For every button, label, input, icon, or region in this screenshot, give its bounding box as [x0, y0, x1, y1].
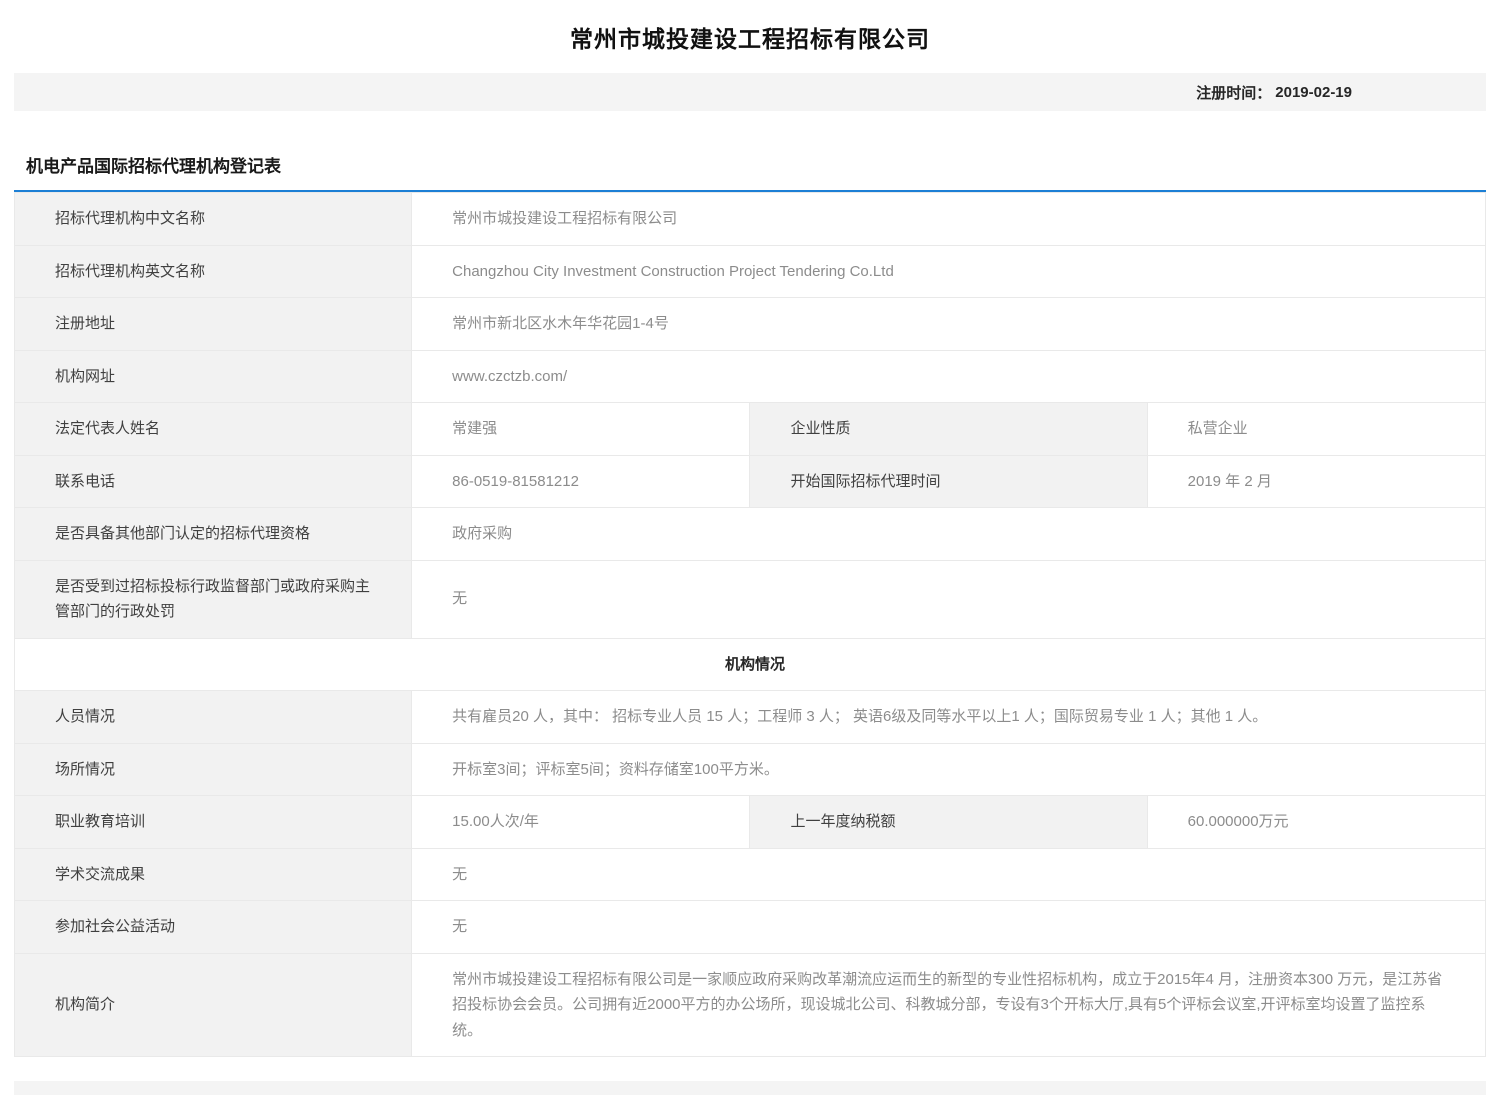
table-row-website: 机构网址 www.czctzb.com/	[15, 350, 1486, 403]
row-value-agency-start: 2019 年 2 月	[1147, 455, 1485, 508]
row-label-phone: 联系电话	[15, 455, 412, 508]
register-time-label: 注册时间：	[1196, 82, 1271, 103]
table-row-cn-name: 招标代理机构中文名称 常州市城投建设工程招标有限公司	[15, 193, 1486, 246]
row-label-academic: 学术交流成果	[15, 848, 412, 901]
row-value-en-name: Changzhou City Investment Construction P…	[412, 245, 1486, 298]
row-value-penalty: 无	[412, 560, 1486, 638]
row-value-cn-name: 常州市城投建设工程招标有限公司	[412, 193, 1486, 246]
org-section-header: 机构情况	[15, 638, 1486, 691]
table-row-penalty: 是否受到过招标投标行政监督部门或政府采购主管部门的行政处罚 无	[15, 560, 1486, 638]
page-title: 常州市城投建设工程招标有限公司	[14, 0, 1486, 73]
row-label-en-name: 招标代理机构英文名称	[15, 245, 412, 298]
row-value-phone: 86-0519-81581212	[412, 455, 750, 508]
row-value-training: 15.00人次/年	[412, 796, 750, 849]
row-value-other-qualification: 政府采购	[412, 508, 1486, 561]
register-time-value: 2019-02-19	[1275, 84, 1352, 101]
registration-table: 招标代理机构中文名称 常州市城投建设工程招标有限公司 招标代理机构英文名称 Ch…	[14, 192, 1486, 1057]
table-row-training: 职业教育培训 15.00人次/年 上一年度纳税额 60.000000万元	[15, 796, 1486, 849]
row-label-intro: 机构简介	[15, 953, 412, 1057]
row-label-other-qualification: 是否具备其他部门认定的招标代理资格	[15, 508, 412, 561]
row-label-website: 机构网址	[15, 350, 412, 403]
row-value-public-welfare: 无	[412, 901, 1486, 954]
table-row-academic: 学术交流成果 无	[15, 848, 1486, 901]
row-value-personnel: 共有雇员20 人，其中： 招标专业人员 15 人；工程师 3 人； 英语6级及同…	[412, 691, 1486, 744]
table-row-personnel: 人员情况 共有雇员20 人，其中： 招标专业人员 15 人；工程师 3 人； 英…	[15, 691, 1486, 744]
row-label-penalty: 是否受到过招标投标行政监督部门或政府采购主管部门的行政处罚	[15, 560, 412, 638]
table-row-address: 注册地址 常州市新北区水木年华花园1-4号	[15, 298, 1486, 351]
footer-bar	[14, 1081, 1486, 1095]
section-title: 机电产品国际招标代理机构登记表	[14, 152, 1486, 192]
row-value-intro: 常州市城投建设工程招标有限公司是一家顺应政府采购改革潮流应运而生的新型的专业性招…	[412, 953, 1486, 1057]
row-label-legal-rep: 法定代表人姓名	[15, 403, 412, 456]
row-label-personnel: 人员情况	[15, 691, 412, 744]
row-value-academic: 无	[412, 848, 1486, 901]
table-row-legal-rep: 法定代表人姓名 常建强 企业性质 私营企业	[15, 403, 1486, 456]
register-time-bar: 注册时间： 2019-02-19	[14, 73, 1486, 111]
table-row-en-name: 招标代理机构英文名称 Changzhou City Investment Con…	[15, 245, 1486, 298]
table-row-public-welfare: 参加社会公益活动 无	[15, 901, 1486, 954]
row-label-premises: 场所情况	[15, 743, 412, 796]
row-label-address: 注册地址	[15, 298, 412, 351]
table-row-phone: 联系电话 86-0519-81581212 开始国际招标代理时间 2019 年 …	[15, 455, 1486, 508]
row-value-address: 常州市新北区水木年华花园1-4号	[412, 298, 1486, 351]
row-label-agency-start: 开始国际招标代理时间	[750, 455, 1147, 508]
row-label-enterprise-type: 企业性质	[750, 403, 1147, 456]
row-label-tax: 上一年度纳税额	[750, 796, 1147, 849]
table-row-other-qualification: 是否具备其他部门认定的招标代理资格 政府采购	[15, 508, 1486, 561]
row-value-tax: 60.000000万元	[1147, 796, 1485, 849]
table-row-org-section-header: 机构情况	[15, 638, 1486, 691]
row-value-website: www.czctzb.com/	[412, 350, 1486, 403]
row-value-premises: 开标室3间；评标室5间；资料存储室100平方米。	[412, 743, 1486, 796]
table-row-premises: 场所情况 开标室3间；评标室5间；资料存储室100平方米。	[15, 743, 1486, 796]
row-label-public-welfare: 参加社会公益活动	[15, 901, 412, 954]
row-value-enterprise-type: 私营企业	[1147, 403, 1485, 456]
page-container: 常州市城投建设工程招标有限公司 注册时间： 2019-02-19 机电产品国际招…	[0, 0, 1500, 1095]
row-label-training: 职业教育培训	[15, 796, 412, 849]
row-value-legal-rep: 常建强	[412, 403, 750, 456]
table-row-intro: 机构简介 常州市城投建设工程招标有限公司是一家顺应政府采购改革潮流应运而生的新型…	[15, 953, 1486, 1057]
row-label-cn-name: 招标代理机构中文名称	[15, 193, 412, 246]
